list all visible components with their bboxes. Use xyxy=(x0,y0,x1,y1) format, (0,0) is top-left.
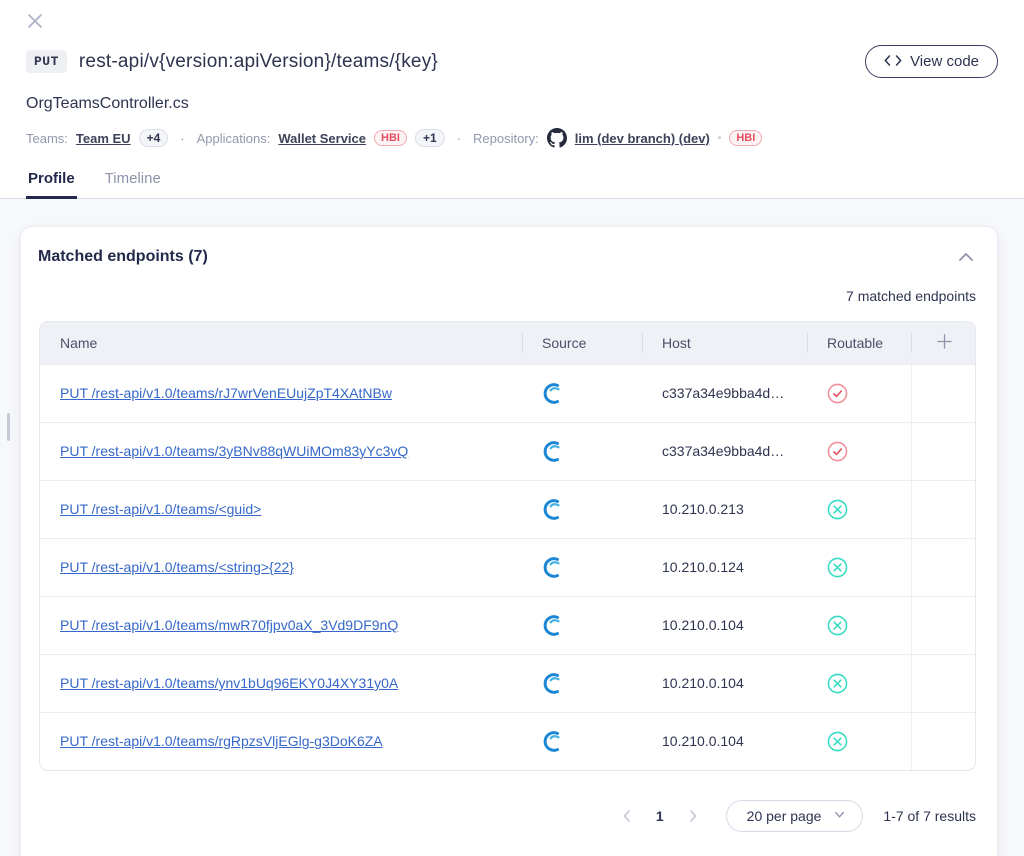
card-title: Matched endpoints (7) xyxy=(38,248,208,266)
source-wave-logo-icon xyxy=(542,672,565,695)
table-row: PUT /rest-api/v1.0/teams/<string>{22} 10… xyxy=(40,538,976,596)
extra-cell xyxy=(911,654,976,712)
source-wave-logo-icon xyxy=(542,382,565,405)
tab-timeline[interactable]: Timeline xyxy=(103,162,163,199)
view-code-button[interactable]: View code xyxy=(865,45,998,78)
repository-hbi-badge: HBI xyxy=(729,130,762,146)
endpoint-link[interactable]: PUT /rest-api/v1.0/teams/rgRpzsVljEGlg-g… xyxy=(60,733,383,749)
repository-link[interactable]: lim (dev branch) (dev) xyxy=(575,131,710,146)
endpoint-link[interactable]: PUT /rest-api/v1.0/teams/rJ7wrVenEUujZpT… xyxy=(60,385,392,401)
table-row: PUT /rest-api/v1.0/teams/rgRpzsVljEGlg-g… xyxy=(40,712,976,770)
teams-more-badge[interactable]: +4 xyxy=(139,129,169,147)
close-icon[interactable] xyxy=(26,12,44,30)
endpoint-path: rest-api/v{version:apiVersion}/teams/{ke… xyxy=(79,51,438,73)
matched-count-caption: 7 matched endpoints xyxy=(38,288,976,304)
page-scrollbar-thumb[interactable] xyxy=(7,413,10,441)
extra-cell xyxy=(911,480,976,538)
routable-cross-icon xyxy=(827,673,848,694)
teams-link[interactable]: Team EU xyxy=(76,131,131,146)
extra-cell xyxy=(911,422,976,480)
applications-label: Applications: xyxy=(197,131,271,146)
http-method-badge: PUT xyxy=(26,50,67,73)
extra-cell xyxy=(911,364,976,422)
extra-cell xyxy=(911,712,976,770)
routable-check-icon xyxy=(827,441,848,462)
host-value: 10.210.0.104 xyxy=(662,675,744,691)
source-wave-logo-icon xyxy=(542,556,565,579)
applications-hbi-badge: HBI xyxy=(374,130,407,146)
routable-cross-icon xyxy=(827,615,848,636)
endpoint-header: PUT rest-api/v{version:apiVersion}/teams… xyxy=(0,0,1024,162)
next-page-icon[interactable] xyxy=(686,809,700,823)
endpoint-link[interactable]: PUT /rest-api/v1.0/teams/<string>{22} xyxy=(60,559,294,575)
host-value: 10.210.0.213 xyxy=(662,501,744,517)
host-value: c337a34e9bba4d… xyxy=(662,443,784,459)
code-icon xyxy=(884,53,902,70)
table-header-row: Name Source Host Routable xyxy=(40,322,976,364)
host-value: 10.210.0.104 xyxy=(662,733,744,749)
host-value: 10.210.0.104 xyxy=(662,617,744,633)
repository-label: Repository: xyxy=(473,131,539,146)
add-column-button[interactable] xyxy=(911,322,976,364)
view-code-label: View code xyxy=(910,53,979,70)
meta-row: Teams: Team EU +4 · Applications: Wallet… xyxy=(26,128,998,162)
table-row: PUT /rest-api/v1.0/teams/mwR70fjpv0aX_3V… xyxy=(40,596,976,654)
results-count-label: 1-7 of 7 results xyxy=(883,808,976,824)
table-row: PUT /rest-api/v1.0/teams/3yBNv88qWUiMOm8… xyxy=(40,422,976,480)
routable-cross-icon xyxy=(827,499,848,520)
separator: · xyxy=(176,131,188,146)
collapse-chevron-up-icon[interactable] xyxy=(956,247,976,267)
matched-endpoints-card: Matched endpoints (7) 7 matched endpoint… xyxy=(20,226,998,856)
column-header-source[interactable]: Source xyxy=(522,322,642,364)
pagination: 1 20 per page 1-7 of 7 results xyxy=(38,800,976,832)
table-row: PUT /rest-api/v1.0/teams/rJ7wrVenEUujZpT… xyxy=(40,364,976,422)
tab-profile[interactable]: Profile xyxy=(26,162,77,199)
host-value: c337a34e9bba4d… xyxy=(662,385,784,401)
per-page-select[interactable]: 20 per page xyxy=(726,800,864,832)
controller-filename: OrgTeamsController.cs xyxy=(26,95,998,113)
source-wave-logo-icon xyxy=(542,730,565,753)
routable-cross-icon xyxy=(827,557,848,578)
separator: · xyxy=(453,131,465,146)
column-header-routable[interactable]: Routable xyxy=(807,322,911,364)
endpoint-link[interactable]: PUT /rest-api/v1.0/teams/ynv1bUq96EKY0J4… xyxy=(60,675,398,691)
plus-icon xyxy=(936,337,953,353)
extra-cell xyxy=(911,596,976,654)
page-number[interactable]: 1 xyxy=(648,808,672,824)
chevron-down-icon xyxy=(833,808,846,824)
routable-check-icon xyxy=(827,383,848,404)
column-header-name[interactable]: Name xyxy=(40,322,522,364)
source-wave-logo-icon xyxy=(542,614,565,637)
table-row: PUT /rest-api/v1.0/teams/<guid> 10.210.0… xyxy=(40,480,976,538)
table-row: PUT /rest-api/v1.0/teams/ynv1bUq96EKY0J4… xyxy=(40,654,976,712)
prev-page-icon[interactable] xyxy=(620,809,634,823)
tab-bar: Profile Timeline xyxy=(0,162,1024,199)
endpoint-link[interactable]: PUT /rest-api/v1.0/teams/3yBNv88qWUiMOm8… xyxy=(60,443,408,459)
applications-link[interactable]: Wallet Service xyxy=(278,131,366,146)
per-page-value: 20 per page xyxy=(747,808,822,824)
applications-more-badge[interactable]: +1 xyxy=(415,129,445,147)
extra-cell xyxy=(911,538,976,596)
main-content: Matched endpoints (7) 7 matched endpoint… xyxy=(0,199,1024,856)
column-header-host[interactable]: Host xyxy=(642,322,807,364)
source-wave-logo-icon xyxy=(542,440,565,463)
routable-cross-icon xyxy=(827,731,848,752)
mini-separator: • xyxy=(718,133,722,144)
source-wave-logo-icon xyxy=(542,498,565,521)
endpoint-link[interactable]: PUT /rest-api/v1.0/teams/mwR70fjpv0aX_3V… xyxy=(60,617,398,633)
teams-label: Teams: xyxy=(26,131,68,146)
github-icon xyxy=(547,128,567,148)
endpoints-table-body: PUT /rest-api/v1.0/teams/rJ7wrVenEUujZpT… xyxy=(40,364,976,770)
endpoint-link[interactable]: PUT /rest-api/v1.0/teams/<guid> xyxy=(60,501,261,517)
endpoints-table: Name Source Host Routable PUT /rest-api/… xyxy=(39,321,976,771)
host-value: 10.210.0.124 xyxy=(662,559,744,575)
